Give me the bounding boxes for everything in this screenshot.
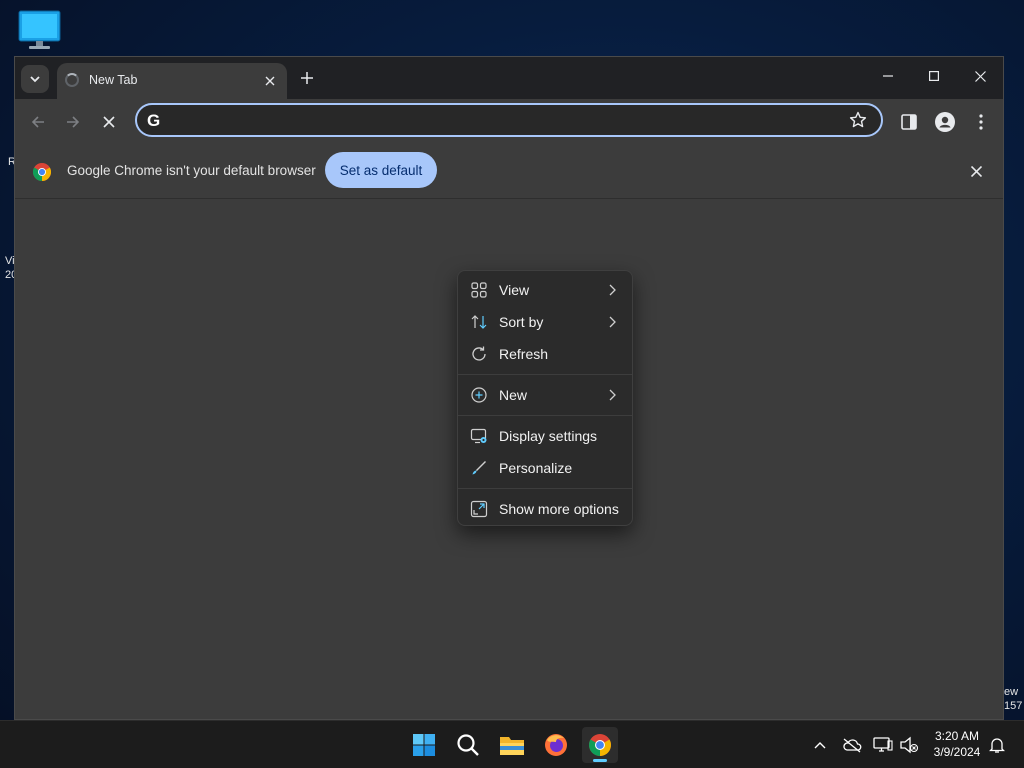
notifications-button[interactable] bbox=[986, 735, 1008, 755]
network-icon bbox=[873, 737, 893, 752]
chevron-right-icon bbox=[609, 284, 616, 296]
volume-muted-icon bbox=[900, 736, 919, 754]
taskbar-search-button[interactable] bbox=[450, 727, 486, 763]
cloud-offline-icon bbox=[843, 738, 862, 753]
chrome-menu-button[interactable] bbox=[967, 108, 995, 136]
side-panel-icon bbox=[901, 114, 917, 130]
tab-title: New Tab bbox=[89, 73, 138, 87]
tab-search-button[interactable] bbox=[21, 65, 49, 93]
star-bookmark-icon[interactable] bbox=[849, 111, 867, 129]
display-settings-icon bbox=[470, 428, 487, 444]
close-icon bbox=[265, 76, 275, 86]
close-icon bbox=[103, 116, 115, 128]
active-app-indicator bbox=[593, 759, 607, 762]
desktop-label-fragment: 157 bbox=[1004, 700, 1023, 712]
start-icon bbox=[413, 734, 435, 756]
plus-icon bbox=[301, 72, 313, 84]
firefox-button[interactable] bbox=[538, 727, 574, 763]
chrome-taskbar-button[interactable] bbox=[582, 727, 618, 763]
start-button[interactable] bbox=[406, 727, 442, 763]
clock-date: 3/9/2024 bbox=[933, 745, 981, 759]
this-pc-desktop-icon[interactable] bbox=[18, 10, 62, 50]
menu-item-label: Show more options bbox=[499, 501, 619, 517]
menu-item-view[interactable]: View bbox=[462, 275, 628, 305]
stop-loading-button[interactable] bbox=[94, 107, 124, 137]
infobar-message: Google Chrome isn't your default browser bbox=[67, 163, 316, 178]
menu-item-show-more-options[interactable]: Show more options bbox=[462, 494, 628, 524]
menu-separator bbox=[458, 415, 632, 416]
sort-icon bbox=[471, 315, 487, 329]
forward-button[interactable] bbox=[58, 107, 88, 137]
refresh-icon bbox=[472, 346, 486, 361]
firefox-icon bbox=[545, 734, 567, 756]
brush-icon bbox=[472, 461, 486, 475]
arrow-left-icon bbox=[31, 116, 44, 128]
new-tab-button[interactable] bbox=[297, 68, 317, 88]
menu-item-label: Sort by bbox=[499, 314, 544, 330]
chevron-up-icon bbox=[814, 742, 826, 749]
side-panel-button[interactable] bbox=[895, 108, 923, 136]
google-g-icon: G bbox=[147, 111, 161, 130]
menu-item-sort-by[interactable]: Sort by bbox=[462, 307, 628, 337]
maximize-button[interactable] bbox=[911, 61, 957, 91]
taskbar: 3:20 AM 3/9/2024 bbox=[0, 720, 1024, 768]
menu-item-label: Display settings bbox=[499, 428, 598, 444]
menu-separator bbox=[458, 488, 632, 489]
maximize-icon bbox=[929, 71, 939, 81]
file-explorer-icon bbox=[500, 737, 524, 755]
file-explorer-button[interactable] bbox=[494, 727, 530, 763]
infobar-close-button[interactable] bbox=[967, 162, 985, 180]
menu-item-label: View bbox=[499, 282, 530, 298]
tab-close-button[interactable] bbox=[261, 72, 279, 90]
chevron-right-icon bbox=[609, 316, 616, 328]
expand-icon bbox=[470, 500, 488, 518]
menu-item-label: Refresh bbox=[499, 346, 549, 362]
network-button[interactable] bbox=[872, 735, 894, 755]
profile-avatar-icon bbox=[935, 112, 955, 132]
set-as-default-button[interactable]: Set as default bbox=[325, 152, 437, 188]
loading-spinner-icon bbox=[65, 73, 79, 87]
show-hidden-icons-button[interactable] bbox=[809, 735, 831, 755]
menu-item-refresh[interactable]: Refresh bbox=[462, 339, 628, 369]
minimize-button[interactable] bbox=[865, 61, 911, 91]
chrome-logo-icon bbox=[33, 163, 51, 181]
menu-item-label: New bbox=[499, 387, 528, 403]
grid-icon bbox=[471, 282, 487, 298]
close-icon bbox=[970, 165, 982, 177]
profile-button[interactable] bbox=[931, 108, 959, 136]
toolbar: G bbox=[15, 99, 1003, 144]
address-bar[interactable]: G bbox=[135, 103, 883, 137]
search-icon bbox=[457, 734, 479, 756]
close-window-button[interactable] bbox=[957, 61, 1003, 91]
desktop-label-fragment: ew bbox=[1004, 686, 1019, 698]
chrome-icon bbox=[589, 734, 611, 756]
arrow-right-icon bbox=[67, 116, 80, 128]
menu-item-label: Personalize bbox=[499, 460, 573, 476]
tab-new-tab[interactable]: New Tab bbox=[57, 63, 287, 99]
menu-separator bbox=[458, 374, 632, 375]
system-clock[interactable]: 3:20 AM 3/9/2024 bbox=[928, 728, 986, 760]
chevron-right-icon bbox=[609, 389, 616, 401]
menu-item-personalize[interactable]: Personalize bbox=[462, 453, 628, 483]
more-vertical-icon bbox=[979, 114, 983, 130]
bell-icon bbox=[989, 738, 1005, 753]
minimize-icon bbox=[883, 75, 893, 77]
clock-time: 3:20 AM bbox=[934, 729, 980, 743]
default-browser-infobar: Google Chrome isn't your default browser… bbox=[15, 144, 1003, 199]
back-button[interactable] bbox=[23, 107, 53, 137]
menu-item-display-settings[interactable]: Display settings bbox=[462, 421, 628, 451]
tab-strip: New Tab bbox=[15, 57, 1003, 99]
chevron-down-icon bbox=[30, 76, 40, 83]
desktop-context-menu: View Sort by Refresh New Display setting… bbox=[457, 270, 633, 526]
add-circle-icon bbox=[471, 387, 487, 403]
menu-item-new[interactable]: New bbox=[462, 380, 628, 410]
volume-button[interactable] bbox=[898, 735, 920, 755]
close-icon bbox=[974, 70, 986, 82]
onedrive-button[interactable] bbox=[841, 735, 863, 755]
